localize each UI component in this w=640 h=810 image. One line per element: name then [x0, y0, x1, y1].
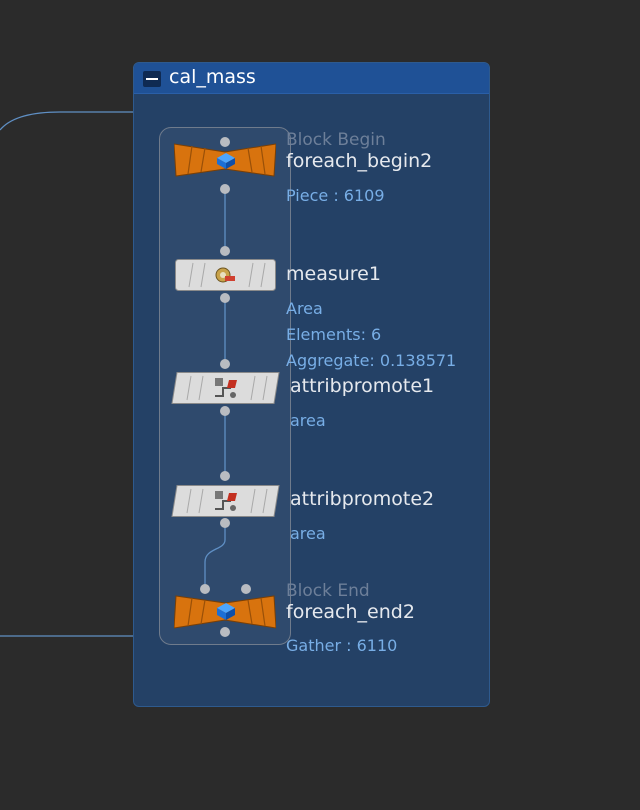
node-info: Elements: 6 [286, 325, 382, 344]
node-measure1[interactable] [175, 259, 276, 291]
node-name[interactable]: measure1 [286, 263, 381, 285]
input-port[interactable] [220, 137, 230, 147]
node-info: area [290, 411, 326, 430]
output-port[interactable] [220, 518, 230, 528]
node-caption: Block End [286, 581, 370, 601]
node-attribpromote2[interactable] [171, 485, 280, 517]
wire-promote2-to-end[interactable] [204, 523, 226, 588]
node-name[interactable]: foreach_begin2 [286, 150, 432, 172]
node-wire-layer [204, 189, 226, 588]
node-name[interactable]: foreach_end2 [286, 601, 415, 623]
node-caption: Block Begin [286, 130, 386, 150]
node-info: Area [286, 299, 323, 318]
input-port[interactable] [241, 584, 251, 594]
foreach-block-icon [217, 603, 235, 620]
foreach-block-icon [217, 153, 235, 169]
output-port[interactable] [220, 406, 230, 416]
node-name[interactable]: attribpromote1 [290, 375, 434, 397]
input-port[interactable] [220, 471, 230, 481]
node-info: Aggregate: 0.138571 [286, 351, 457, 370]
input-port[interactable] [200, 584, 210, 594]
attrib-promote-icon [215, 378, 237, 398]
tape-measure-icon [215, 267, 235, 283]
output-port[interactable] [220, 293, 230, 303]
node-foreach-end2[interactable] [174, 594, 276, 630]
node-name[interactable]: attribpromote2 [290, 488, 434, 510]
node-foreach-begin2[interactable] [174, 142, 276, 178]
attrib-promote-icon [215, 491, 237, 511]
node-info: Piece : 6109 [286, 186, 385, 205]
node-info: area [290, 524, 326, 543]
input-port[interactable] [220, 246, 230, 256]
node-attribpromote1[interactable] [171, 372, 280, 404]
output-port[interactable] [220, 184, 230, 194]
input-port[interactable] [220, 359, 230, 369]
node-info: Gather : 6110 [286, 636, 398, 655]
output-port[interactable] [220, 627, 230, 637]
